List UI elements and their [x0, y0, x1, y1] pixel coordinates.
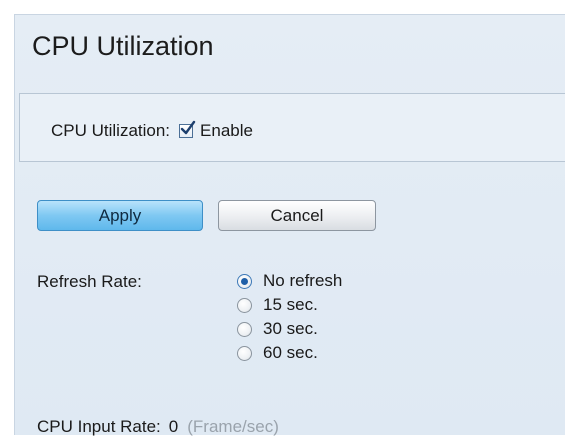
- radio-label-30-sec[interactable]: 30 sec.: [263, 319, 318, 339]
- radio-30-sec[interactable]: [237, 321, 252, 337]
- radio-label-60-sec[interactable]: 60 sec.: [263, 343, 318, 363]
- radio-no-refresh[interactable]: [237, 273, 252, 289]
- refresh-rate-radio-group: No refresh 15 sec. 30 sec. 60 sec.: [237, 269, 342, 365]
- radio-option-60-sec[interactable]: 60 sec.: [237, 341, 342, 365]
- content-panel: CPU Utilization CPU Utilization: Enable …: [14, 14, 565, 437]
- enable-label[interactable]: Enable: [200, 121, 253, 141]
- cancel-button[interactable]: Cancel: [218, 200, 376, 231]
- radio-label-no-refresh[interactable]: No refresh: [263, 271, 342, 291]
- page-title: CPU Utilization: [32, 31, 214, 61]
- cpu-input-rate-unit: (Frame/sec): [187, 417, 279, 436]
- radio-label-15-sec[interactable]: 15 sec.: [263, 295, 318, 315]
- radio-60-sec[interactable]: [237, 345, 252, 361]
- refresh-rate-label: Refresh Rate:: [37, 272, 142, 291]
- cpu-utilization-enable-row: CPU Utilization: Enable: [51, 120, 253, 142]
- checkmark-icon: [180, 120, 196, 135]
- radio-option-15-sec[interactable]: 15 sec.: [237, 293, 342, 317]
- enable-checkbox[interactable]: [179, 120, 196, 138]
- cpu-input-rate-value: 0: [168, 417, 179, 436]
- radio-option-30-sec[interactable]: 30 sec.: [237, 317, 342, 341]
- cpu-input-rate-label: CPU Input Rate:: [37, 417, 161, 436]
- apply-button[interactable]: Apply: [37, 200, 203, 231]
- cpu-input-rate-row: CPU Input Rate: 0 (Frame/sec): [37, 417, 279, 437]
- radio-option-no-refresh[interactable]: No refresh: [237, 269, 342, 293]
- cpu-utilization-label: CPU Utilization:: [51, 121, 171, 140]
- cpu-utilization-settings-box: CPU Utilization: Enable: [19, 93, 565, 162]
- radio-15-sec[interactable]: [237, 297, 252, 313]
